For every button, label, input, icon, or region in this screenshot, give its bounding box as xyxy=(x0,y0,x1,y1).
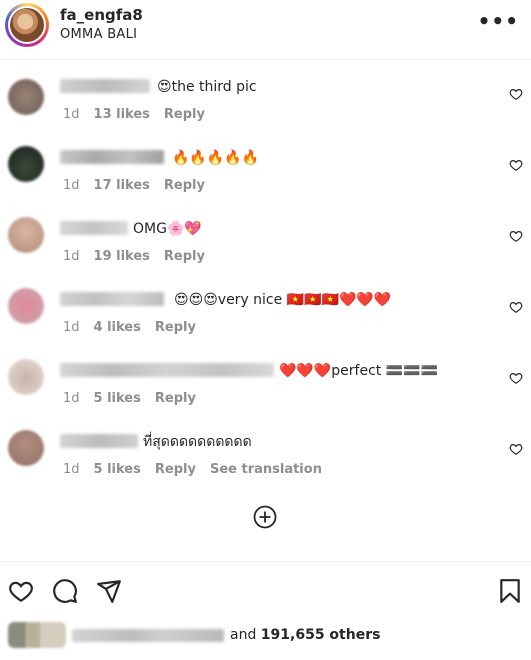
comment-time[interactable]: 1d xyxy=(63,249,80,264)
comment-text: OMG🌸💖 xyxy=(133,221,202,237)
comment-text: ที่สุดดดดดดดดดด xyxy=(143,434,252,450)
commenter-avatar[interactable] xyxy=(8,359,44,395)
heart-outline-icon[interactable] xyxy=(509,442,523,456)
username-link[interactable]: fa_engfa8 xyxy=(60,6,143,24)
comment-time[interactable]: 1d xyxy=(63,178,80,193)
reply-button[interactable]: Reply xyxy=(164,107,205,122)
heart-outline-icon[interactable] xyxy=(509,158,523,172)
comment-meta: 1d 5 likes Reply xyxy=(63,391,210,406)
comment-meta: 1d 19 likes Reply xyxy=(63,249,219,264)
heart-outline-icon[interactable] xyxy=(509,229,523,243)
comment-text: 🔥🔥🔥🔥🔥 xyxy=(172,150,260,166)
commenter-avatar[interactable] xyxy=(8,288,44,324)
comment-likes[interactable]: 13 likes xyxy=(94,107,150,122)
reply-button[interactable]: Reply xyxy=(155,391,196,406)
comment-time[interactable]: 1d xyxy=(63,391,80,406)
bookmark-icon[interactable] xyxy=(497,578,523,604)
comment-item: 😍the third pic 1d 13 likes Reply xyxy=(0,79,531,150)
heart-outline-icon[interactable] xyxy=(509,87,523,101)
likes-count[interactable]: and 191,655 others xyxy=(230,627,380,643)
profile-avatar[interactable] xyxy=(5,3,49,47)
commenter-avatar[interactable] xyxy=(8,217,44,253)
commenter-name[interactable] xyxy=(60,292,164,306)
reply-button[interactable]: Reply xyxy=(164,178,205,193)
comment-text: ❤️❤️❤️perfect 🟰🟰🟰 xyxy=(279,363,439,379)
heart-outline-icon[interactable] xyxy=(509,371,523,385)
post-header: fa_engfa8 OMMA BALI ••• xyxy=(0,0,531,60)
comment-meta: 1d 17 likes Reply xyxy=(63,178,219,193)
comment-time[interactable]: 1d xyxy=(63,462,80,477)
comment-time[interactable]: 1d xyxy=(63,107,80,122)
commenter-name[interactable] xyxy=(60,79,150,93)
reply-button[interactable]: Reply xyxy=(155,320,196,335)
location-link[interactable]: OMMA BALI xyxy=(60,27,137,42)
commenter-name[interactable] xyxy=(60,363,274,377)
share-icon[interactable] xyxy=(96,578,122,604)
heart-outline-icon[interactable] xyxy=(509,300,523,314)
liker-names[interactable] xyxy=(72,629,224,642)
action-bar xyxy=(0,561,531,621)
reply-button[interactable]: Reply xyxy=(164,249,205,264)
comment-text: 😍the third pic xyxy=(157,79,257,95)
comment-item: OMG🌸💖 1d 19 likes Reply xyxy=(0,217,531,292)
comment-item: ที่สุดดดดดดดดดด 1d 5 likes Reply See transl… xyxy=(0,430,531,505)
comment-item: 😍😍😍very nice 🇻🇳🇻🇳🇻🇳❤️❤️❤️ 1d 4 likes Reply xyxy=(0,288,531,363)
comment-meta: 1d 4 likes Reply xyxy=(63,320,210,335)
comment-likes[interactable]: 4 likes xyxy=(94,320,141,335)
comment-item: 🔥🔥🔥🔥🔥 1d 17 likes Reply xyxy=(0,146,531,221)
comment-text: 😍😍😍very nice 🇻🇳🇻🇳🇻🇳❤️❤️❤️ xyxy=(174,292,392,308)
comment-likes[interactable]: 5 likes xyxy=(94,391,141,406)
more-options-icon[interactable]: ••• xyxy=(478,9,519,33)
heart-icon[interactable] xyxy=(8,578,34,604)
comment-likes[interactable]: 5 likes xyxy=(94,462,141,477)
comment-meta: 1d 5 likes Reply See translation xyxy=(63,462,336,477)
add-comment-icon[interactable] xyxy=(253,505,277,529)
see-translation-link[interactable]: See translation xyxy=(210,462,322,477)
commenter-name[interactable] xyxy=(60,434,138,448)
commenter-avatar[interactable] xyxy=(8,79,44,115)
comment-time[interactable]: 1d xyxy=(63,320,80,335)
commenter-avatar[interactable] xyxy=(8,146,44,182)
comment-item: ❤️❤️❤️perfect 🟰🟰🟰 1d 5 likes Reply xyxy=(0,359,531,434)
comment-likes[interactable]: 17 likes xyxy=(94,178,150,193)
comment-icon[interactable] xyxy=(52,578,78,604)
commenter-name[interactable] xyxy=(60,150,164,164)
reply-button[interactable]: Reply xyxy=(155,462,196,477)
comment-likes[interactable]: 19 likes xyxy=(94,249,150,264)
commenter-name[interactable] xyxy=(60,221,128,235)
comment-meta: 1d 13 likes Reply xyxy=(63,107,219,122)
likes-summary: and 191,655 others xyxy=(0,622,531,652)
liker-avatars[interactable] xyxy=(8,622,66,648)
commenter-avatar[interactable] xyxy=(8,430,44,466)
